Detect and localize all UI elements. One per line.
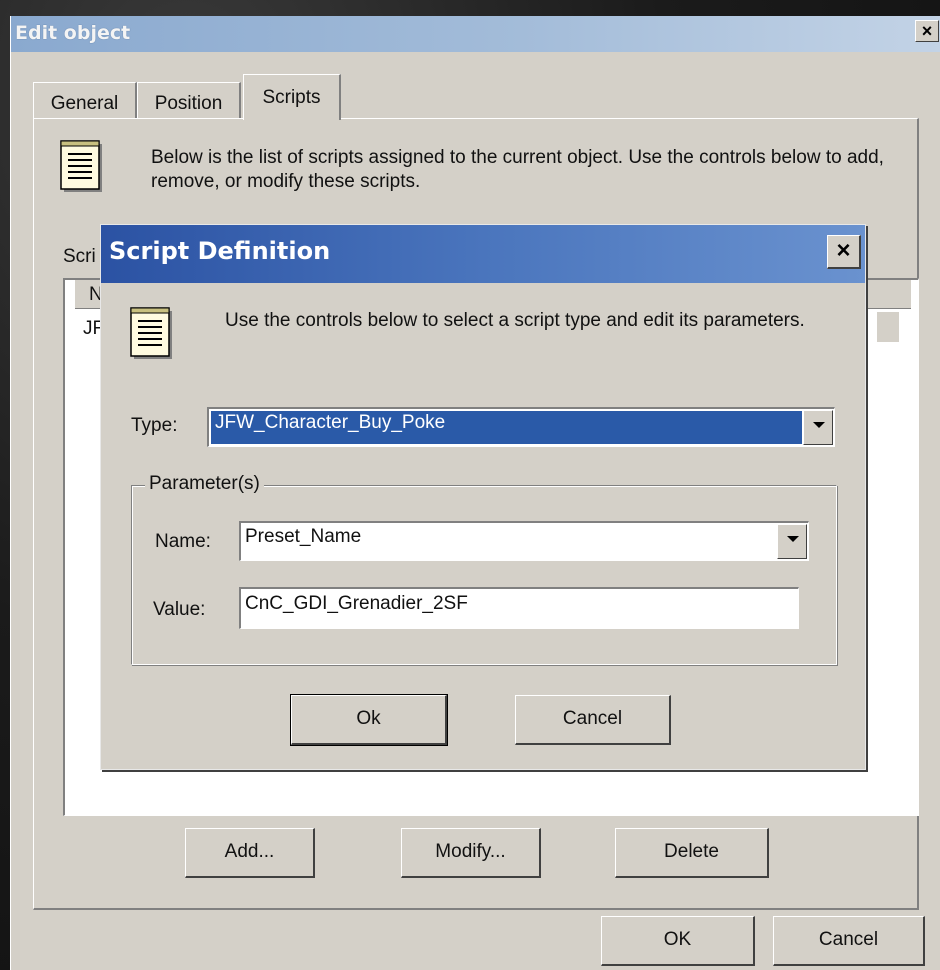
script-definition-dialog: Script Definition × Use the controls bel… [100, 224, 866, 770]
script-definition-close-button[interactable]: × [827, 235, 861, 269]
scripts-list-label: Scri [63, 246, 96, 267]
script-definition-title: Script Definition [109, 237, 331, 265]
scripts-description: Below is the list of scripts assigned to… [151, 147, 884, 192]
add-script-button-label: Add... [224, 841, 275, 862]
tab-position-label: Position [154, 93, 223, 114]
parameters-group-label: Parameter(s) [145, 473, 264, 495]
ok-button[interactable]: OK [601, 916, 755, 966]
add-script-button[interactable]: Add... [185, 828, 315, 878]
close-icon: × [921, 21, 933, 41]
tab-scripts[interactable]: Scripts [243, 74, 341, 120]
dialog-ok-button[interactable]: Ok [290, 694, 448, 746]
value-label: Value: [153, 599, 206, 620]
script-type-select[interactable]: JFW_Character_Buy_Poke [207, 407, 835, 447]
tab-general[interactable]: General [33, 82, 137, 118]
cancel-button-label: Cancel [818, 929, 879, 950]
tab-position[interactable]: Position [137, 82, 241, 118]
script-definition-title-bar[interactable]: Script Definition × [101, 225, 865, 283]
modify-script-button[interactable]: Modify... [401, 828, 541, 878]
edit-object-title-bar[interactable]: Edit object × [11, 16, 940, 52]
delete-script-button-label: Delete [664, 841, 719, 862]
tab-scripts-label: Scripts [262, 87, 321, 108]
dialog-cancel-button[interactable]: Cancel [515, 695, 671, 745]
script-type-selected-value: JFW_Character_Buy_Poke [211, 411, 802, 444]
type-label: Type: [131, 415, 178, 436]
close-icon: × [836, 237, 851, 264]
delete-script-button[interactable]: Delete [615, 828, 769, 878]
name-label: Name: [155, 531, 211, 552]
parameter-value-field[interactable]: CnC_GDI_Grenadier_2SF [239, 587, 799, 629]
tab-general-label: General [50, 93, 119, 114]
edit-object-close-button[interactable]: × [915, 20, 939, 42]
dropdown-arrow-icon[interactable] [803, 410, 833, 445]
ok-button-label: OK [663, 929, 692, 950]
dropdown-arrow-icon[interactable] [777, 524, 807, 559]
edit-object-title: Edit object [15, 22, 131, 44]
modify-script-button-label: Modify... [435, 841, 506, 862]
list-item-highlight [877, 312, 899, 342]
script-definition-description: Use the controls below to select a scrip… [225, 310, 805, 331]
notepad-icon [60, 140, 102, 192]
parameters-group [131, 485, 837, 665]
parameter-name-select[interactable]: Preset_Name [239, 521, 809, 561]
notepad-icon [130, 307, 172, 359]
dialog-ok-button-label: Ok [356, 708, 381, 729]
parameter-name-value: Preset_Name [245, 526, 362, 547]
dialog-cancel-button-label: Cancel [562, 708, 623, 729]
cancel-button[interactable]: Cancel [773, 916, 925, 966]
